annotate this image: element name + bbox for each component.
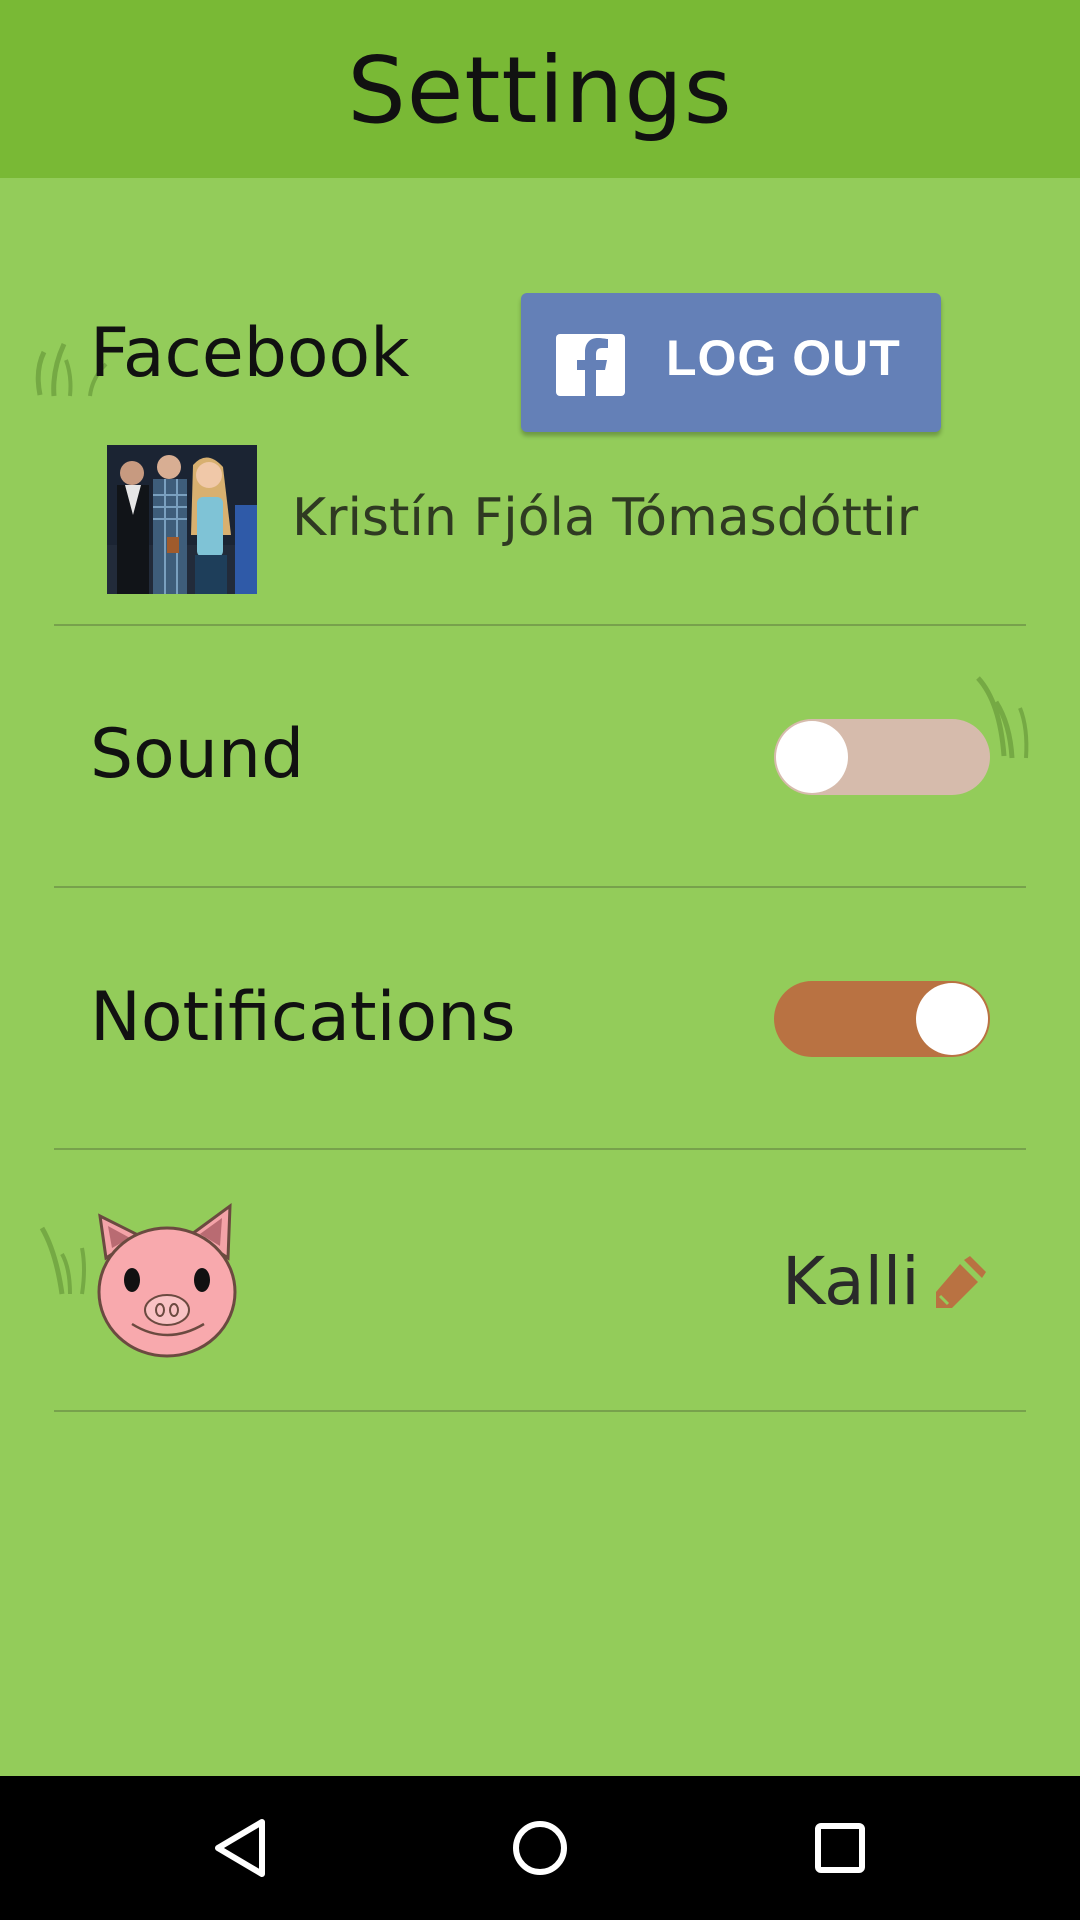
pig-face-icon[interactable] xyxy=(92,1200,242,1360)
facebook-label: Facebook xyxy=(90,314,410,393)
back-icon[interactable] xyxy=(190,1798,290,1898)
notifications-label: Notifications xyxy=(90,978,516,1057)
facebook-f-icon xyxy=(556,334,625,396)
toggle-knob xyxy=(776,721,848,793)
pencil-icon[interactable] xyxy=(930,1256,986,1312)
sound-toggle[interactable] xyxy=(774,719,990,795)
toggle-knob xyxy=(916,983,988,1055)
divider xyxy=(54,1148,1026,1150)
divider xyxy=(54,624,1026,626)
facebook-logout-button[interactable]: LOG OUT xyxy=(521,293,941,432)
divider xyxy=(54,886,1026,888)
page-title: Settings xyxy=(347,36,733,144)
notifications-toggle[interactable] xyxy=(774,981,990,1057)
settings-screen: Settings Facebook LOG OUT Kristín Fjóla … xyxy=(0,0,1080,1920)
facebook-user-name: Kristín Fjóla Tómasdóttir xyxy=(292,488,919,548)
app-bar: Settings xyxy=(0,0,1080,178)
recents-icon[interactable] xyxy=(790,1798,890,1898)
home-icon[interactable] xyxy=(490,1798,590,1898)
facebook-logout-label: LOG OUT xyxy=(666,330,901,386)
facebook-profile-photo xyxy=(107,445,257,594)
sound-label: Sound xyxy=(90,715,305,794)
system-navigation-bar xyxy=(0,1776,1080,1920)
divider xyxy=(54,1410,1026,1412)
pet-name: Kalli xyxy=(782,1243,920,1320)
grass-decoration xyxy=(39,1226,86,1295)
